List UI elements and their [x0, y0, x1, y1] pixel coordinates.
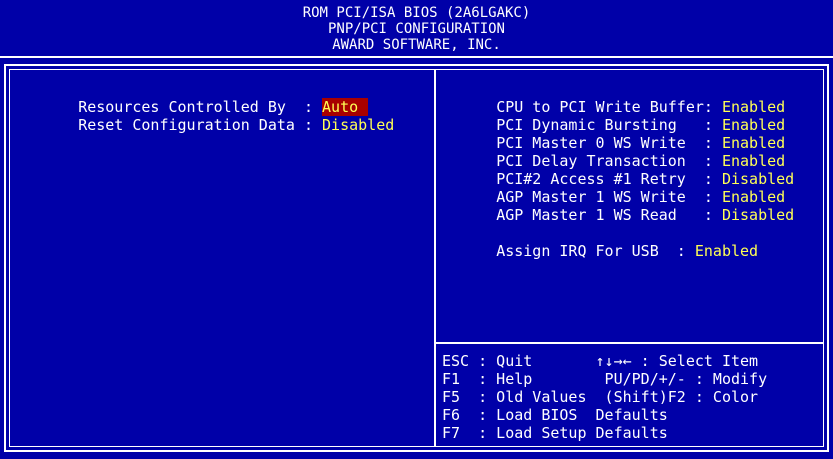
- setting-value[interactable]: Disabled: [322, 116, 394, 134]
- help-line-f6: F6 : Load BIOS Defaults: [442, 406, 668, 424]
- setting-reset-configuration-data[interactable]: Reset Configuration Data : Disabled: [24, 98, 394, 152]
- setting-label: AGP Master 1 WS Read :: [496, 206, 722, 224]
- column-divider: [434, 70, 436, 446]
- setting-value[interactable]: Enabled: [695, 242, 758, 260]
- page-title: PNP/PCI CONFIGURATION: [327, 21, 505, 37]
- setting-value[interactable]: Disabled: [722, 206, 794, 224]
- settings-frame: Resources Controlled By : Auto Reset Con…: [4, 64, 829, 452]
- help-line-f7: F7 : Load Setup Defaults: [442, 424, 668, 442]
- help-line-esc: ESC : Quit ↑↓→← : Select Item: [442, 352, 759, 370]
- setting-label: Reset Configuration Data :: [78, 116, 323, 134]
- settings-inner-frame: Resources Controlled By : Auto Reset Con…: [9, 69, 824, 447]
- help-line-f1: F1 : Help PU/PD/+/- : Modify: [442, 370, 768, 388]
- help-divider: [436, 342, 823, 344]
- help-line-f5: F5 : Old Values (Shift)F2 : Color: [442, 388, 759, 406]
- bios-title: ROM PCI/ISA BIOS (2A6LGAKC): [302, 5, 531, 21]
- vendor-name: AWARD SOFTWARE, INC.: [332, 37, 501, 53]
- setting-assign-irq-usb[interactable]: Assign IRQ For USB : Enabled: [442, 224, 758, 278]
- bios-header: ROM PCI/ISA BIOS (2A6LGAKC) PNP/PCI CONF…: [0, 0, 833, 58]
- setting-label: Assign IRQ For USB :: [496, 242, 695, 260]
